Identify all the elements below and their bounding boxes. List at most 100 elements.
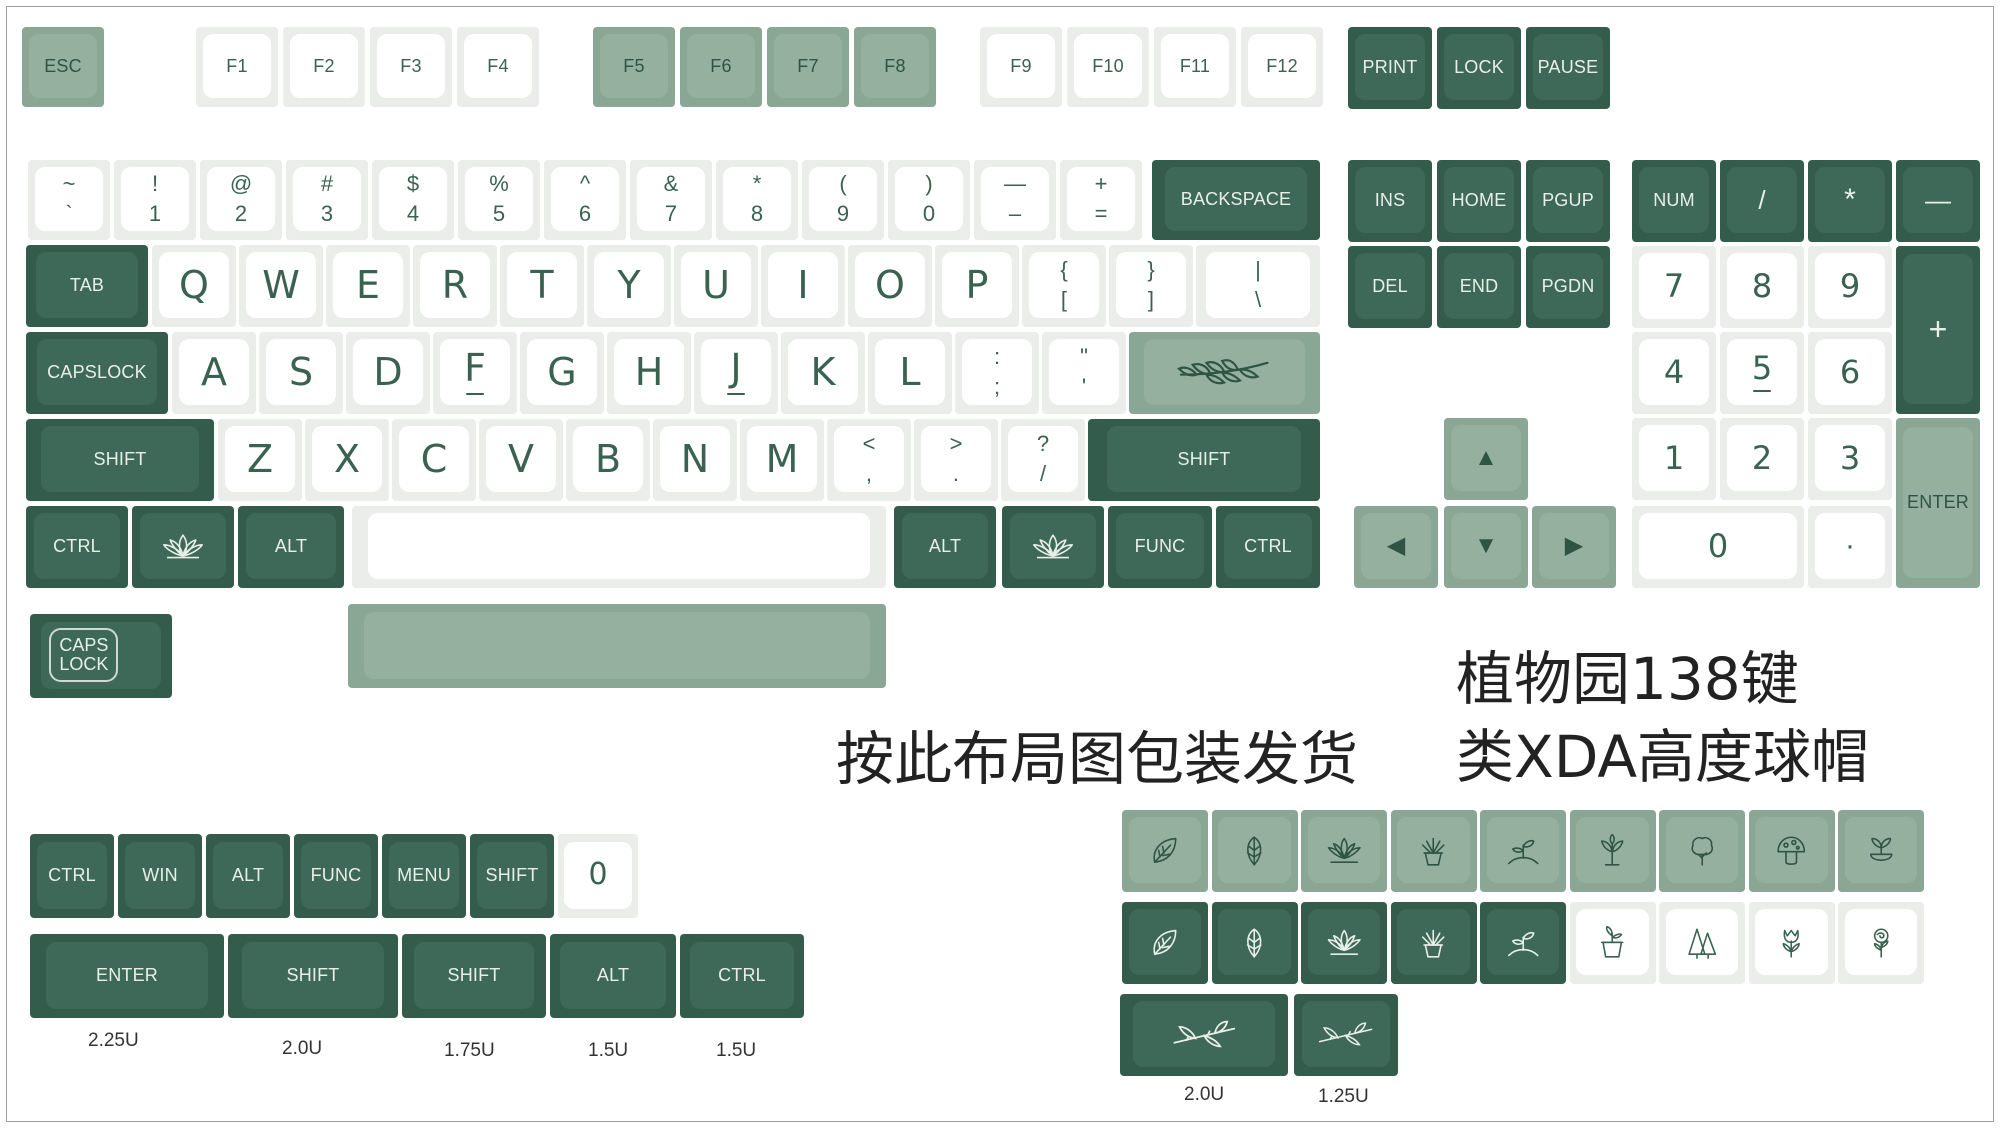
key-f[interactable]: F: [433, 332, 517, 414]
key-arrow-left[interactable]: ◀: [1354, 506, 1438, 588]
key-num-4[interactable]: 4: [1632, 332, 1716, 414]
key-g[interactable]: G: [520, 332, 604, 414]
key-f11[interactable]: F11: [1154, 27, 1236, 107]
key-rctrl[interactable]: CTRL: [1216, 506, 1320, 588]
key-print[interactable]: PRINT: [1348, 27, 1432, 109]
key-f12[interactable]: F12: [1241, 27, 1323, 107]
key-novelty-tulip[interactable]: [1748, 902, 1835, 984]
key-c[interactable]: C: [392, 419, 476, 501]
key-novelty-flowerpot[interactable]: [1569, 902, 1656, 984]
key-h[interactable]: H: [607, 332, 691, 414]
key-y[interactable]: Y: [587, 245, 671, 327]
key-extra-alt[interactable]: ALT: [206, 834, 290, 918]
key-novelty-potted-grass[interactable]: [1390, 810, 1477, 892]
key-j[interactable]: J: [694, 332, 778, 414]
key-semicolon[interactable]: :;: [955, 332, 1039, 414]
key-extra-shift[interactable]: SHIFT: [470, 834, 554, 918]
key-novelty-leaf[interactable]: [1122, 902, 1208, 984]
key-4[interactable]: $4: [372, 160, 454, 240]
key-num-multiply[interactable]: *: [1808, 160, 1892, 242]
key-num-1[interactable]: 1: [1632, 418, 1716, 500]
key-num-8[interactable]: 8: [1720, 246, 1804, 328]
key-novelty-mushroom[interactable]: [1748, 810, 1835, 892]
key-f6[interactable]: F6: [680, 27, 762, 107]
key-i[interactable]: I: [761, 245, 845, 327]
key-arrow-right[interactable]: ▶: [1532, 506, 1616, 588]
key-rshift[interactable]: SHIFT: [1088, 419, 1320, 501]
key-extra-ctrl[interactable]: CTRL: [30, 834, 114, 918]
key-novelty-potted-grass[interactable]: [1390, 902, 1477, 984]
key-o[interactable]: O: [848, 245, 932, 327]
key-f5[interactable]: F5: [593, 27, 675, 107]
key-w[interactable]: W: [239, 245, 323, 327]
key-f3[interactable]: F3: [370, 27, 452, 107]
key-f8[interactable]: F8: [854, 27, 936, 107]
key-q[interactable]: Q: [152, 245, 236, 327]
key-novelty-rose[interactable]: [1838, 902, 1924, 984]
key-shift-20u[interactable]: SHIFT: [228, 934, 398, 1018]
key-bamboo-125u[interactable]: [1294, 994, 1398, 1076]
key-v[interactable]: V: [479, 419, 563, 501]
key-ralt[interactable]: ALT: [894, 506, 996, 588]
key-f2[interactable]: F2: [283, 27, 365, 107]
key-num-2[interactable]: 2: [1720, 418, 1804, 500]
key-e[interactable]: E: [326, 245, 410, 327]
key-9[interactable]: (9: [802, 160, 884, 240]
key-s[interactable]: S: [259, 332, 343, 414]
key-f9[interactable]: F9: [980, 27, 1062, 107]
key-8[interactable]: * 8: [716, 160, 798, 240]
key-period[interactable]: >.: [914, 419, 998, 501]
key-del[interactable]: DEL: [1348, 246, 1432, 328]
key-enter[interactable]: [1129, 332, 1320, 414]
key-comma[interactable]: <,: [827, 419, 911, 501]
key-tab[interactable]: TAB: [26, 245, 148, 327]
key-capslock[interactable]: CAPSLOCK: [26, 332, 168, 414]
key-minus[interactable]: — –: [974, 160, 1056, 240]
key-bamboo-20u[interactable]: [1120, 994, 1288, 1076]
key-novelty-sapling[interactable]: [1569, 810, 1656, 892]
key-space[interactable]: [352, 506, 886, 588]
key-f10[interactable]: F10: [1067, 27, 1149, 107]
key-lwin[interactable]: [132, 506, 234, 588]
key-home[interactable]: HOME: [1437, 160, 1521, 242]
key-func[interactable]: FUNC: [1108, 506, 1212, 588]
key-lalt[interactable]: ALT: [238, 506, 344, 588]
key-extra-menu[interactable]: MENU: [382, 834, 466, 918]
key-novelty-sprout-hill[interactable]: [1480, 810, 1566, 892]
key-z[interactable]: Z: [218, 419, 302, 501]
key-r[interactable]: R: [413, 245, 497, 327]
key-num-minus[interactable]: —: [1896, 160, 1980, 242]
key-end[interactable]: END: [1437, 246, 1521, 328]
key-k[interactable]: K: [781, 332, 865, 414]
key-backslash[interactable]: | \: [1196, 245, 1320, 327]
key-lbracket[interactable]: {[: [1022, 245, 1106, 327]
key-p[interactable]: P: [935, 245, 1019, 327]
key-num-6[interactable]: 6: [1808, 332, 1892, 414]
key-5[interactable]: % 5: [458, 160, 540, 240]
key-novelty-pinecone[interactable]: [1211, 810, 1298, 892]
key-tilde[interactable]: ~ `: [28, 160, 110, 240]
key-novelty-sprout-hill[interactable]: [1480, 902, 1566, 984]
key-1[interactable]: ! 1: [114, 160, 196, 240]
key-num-plus[interactable]: +: [1896, 246, 1980, 414]
key-lctrl[interactable]: CTRL: [26, 506, 128, 588]
key-rbracket[interactable]: }]: [1109, 245, 1193, 327]
key-x[interactable]: X: [305, 419, 389, 501]
key-lock[interactable]: LOCK: [1437, 27, 1521, 109]
key-f1[interactable]: F1: [196, 27, 278, 107]
key-3[interactable]: #3: [286, 160, 368, 240]
key-alt-15u[interactable]: ALT: [550, 934, 676, 1018]
key-caps-lock-alt[interactable]: CAPS LOCK: [30, 614, 172, 698]
key-novelty-pine-trees[interactable]: [1659, 902, 1745, 984]
key-num-enter[interactable]: ENTER: [1896, 418, 1980, 588]
key-0[interactable]: ) 0: [888, 160, 970, 240]
key-rwin[interactable]: [1002, 506, 1104, 588]
key-2[interactable]: @2: [200, 160, 282, 240]
key-num-0[interactable]: 0: [1632, 506, 1804, 588]
key-novelty-pinecone[interactable]: [1211, 902, 1298, 984]
key-shift-175u[interactable]: SHIFT: [402, 934, 546, 1018]
key-b[interactable]: B: [566, 419, 650, 501]
key-equal[interactable]: + =: [1060, 160, 1142, 240]
key-backspace[interactable]: BACKSPACE: [1152, 160, 1320, 240]
key-n[interactable]: N: [653, 419, 737, 501]
